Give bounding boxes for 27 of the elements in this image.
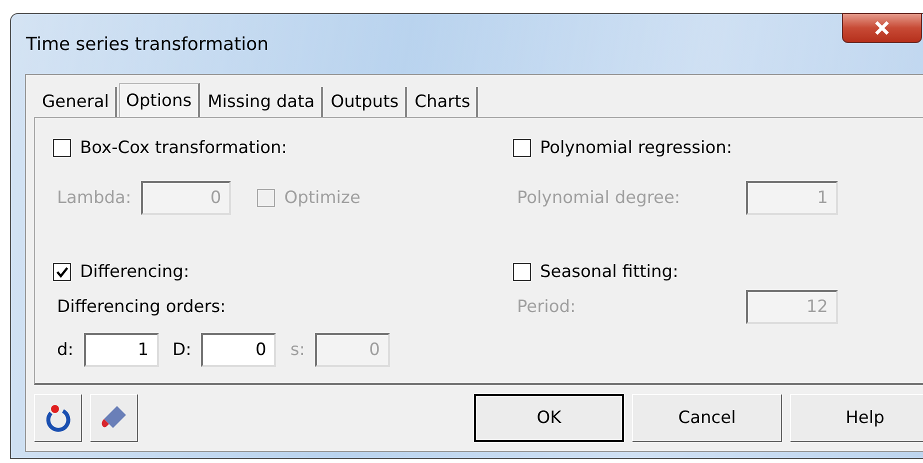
checkbox-label: Differencing: bbox=[80, 262, 190, 282]
field-label: Polynomial degree: bbox=[517, 188, 680, 208]
field-label: d: bbox=[57, 340, 74, 360]
field-label: Lambda: bbox=[57, 188, 132, 208]
field-label: Period: bbox=[517, 297, 576, 317]
window-title: Time series transformation bbox=[26, 34, 269, 54]
eraser-button[interactable] bbox=[90, 394, 138, 442]
checkbox-label: Optimize bbox=[284, 188, 360, 208]
reset-button[interactable] bbox=[34, 394, 82, 442]
dialog-button[interactable]: OK bbox=[474, 394, 624, 442]
checkbox[interactable] bbox=[513, 263, 531, 281]
field-label: D: bbox=[172, 340, 192, 360]
checkbox-label: Seasonal fitting: bbox=[540, 262, 678, 282]
dialog-button[interactable]: Cancel bbox=[632, 394, 782, 442]
checkbox[interactable] bbox=[53, 263, 71, 281]
checkbox[interactable] bbox=[53, 139, 71, 157]
dialog-button[interactable]: Help bbox=[790, 394, 923, 442]
checkbox-label: Polynomial regression: bbox=[540, 138, 732, 158]
checkbox-label: Box-Cox transformation: bbox=[80, 138, 287, 158]
section-label: Differencing orders: bbox=[57, 297, 226, 317]
close-icon bbox=[874, 21, 890, 35]
input-field[interactable]: 0 bbox=[201, 333, 276, 367]
close-button[interactable] bbox=[842, 13, 922, 43]
checkbox[interactable] bbox=[513, 139, 531, 157]
input-field[interactable]: 1 bbox=[84, 333, 159, 367]
field-label: s: bbox=[290, 340, 305, 360]
tab[interactable]: Options bbox=[119, 83, 200, 117]
